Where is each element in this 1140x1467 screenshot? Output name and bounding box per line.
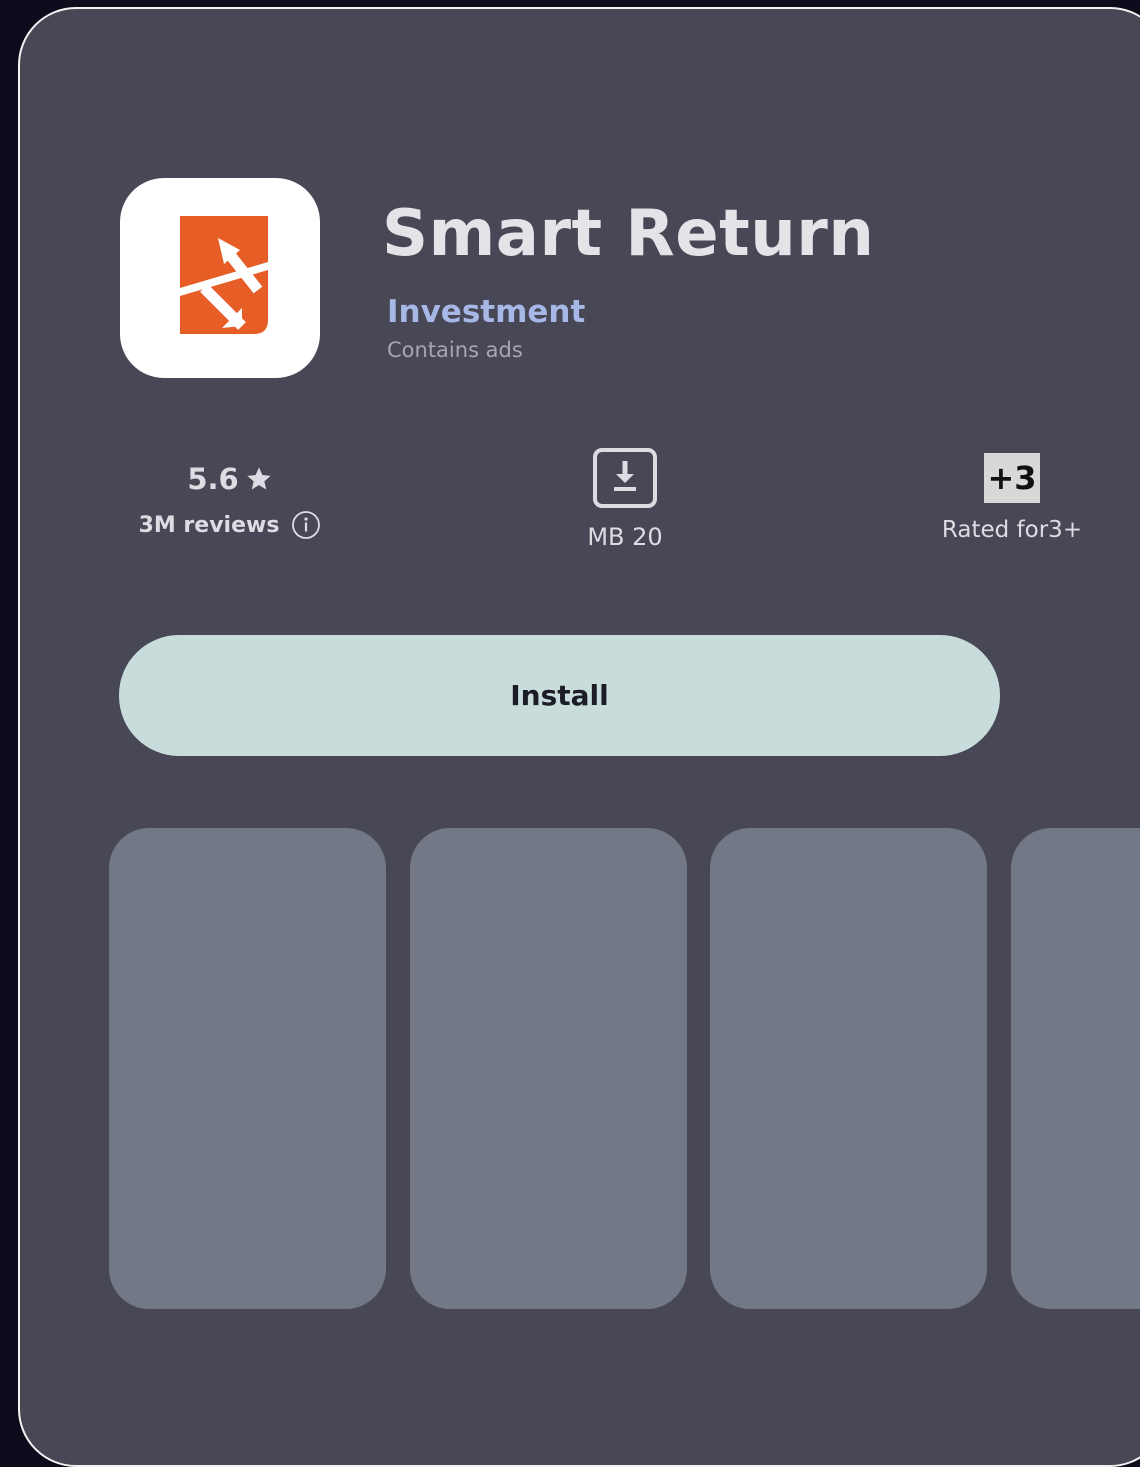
screenshot-thumbnail[interactable] bbox=[410, 828, 687, 1309]
download-icon bbox=[593, 448, 657, 508]
rating-value-row: 5.6 bbox=[187, 462, 272, 496]
app-store-panel: Smart Return Investment Contains ads 5.6… bbox=[18, 7, 1140, 1467]
star-icon bbox=[247, 467, 271, 490]
age-rating-stat: +3 Rated for3+ bbox=[882, 447, 1140, 543]
app-category-link[interactable]: Investment bbox=[387, 294, 585, 330]
screenshot-thumbnail[interactable] bbox=[109, 828, 386, 1309]
screenshot-thumbnail[interactable] bbox=[710, 828, 987, 1309]
app-title: Smart Return bbox=[382, 197, 875, 271]
screenshot-thumbnail[interactable] bbox=[1011, 828, 1140, 1309]
reviews-row: 3M reviews bbox=[139, 510, 322, 540]
rating-stat: 5.6 3M reviews bbox=[100, 447, 360, 540]
reviews-count: 3M reviews bbox=[138, 512, 280, 538]
info-icon[interactable] bbox=[291, 510, 321, 540]
app-size: MB 20 bbox=[587, 523, 663, 551]
app-icon[interactable] bbox=[120, 178, 320, 378]
install-button[interactable]: Install bbox=[119, 635, 1000, 756]
smart-return-logo-icon bbox=[180, 216, 268, 334]
ads-notice: Contains ads bbox=[387, 338, 523, 362]
age-rating-label: Rated for3+ bbox=[941, 517, 1083, 543]
rating-value: 5.6 bbox=[187, 462, 239, 496]
size-stat: MB 20 bbox=[495, 447, 755, 551]
age-rating-badge: +3 bbox=[984, 453, 1040, 503]
